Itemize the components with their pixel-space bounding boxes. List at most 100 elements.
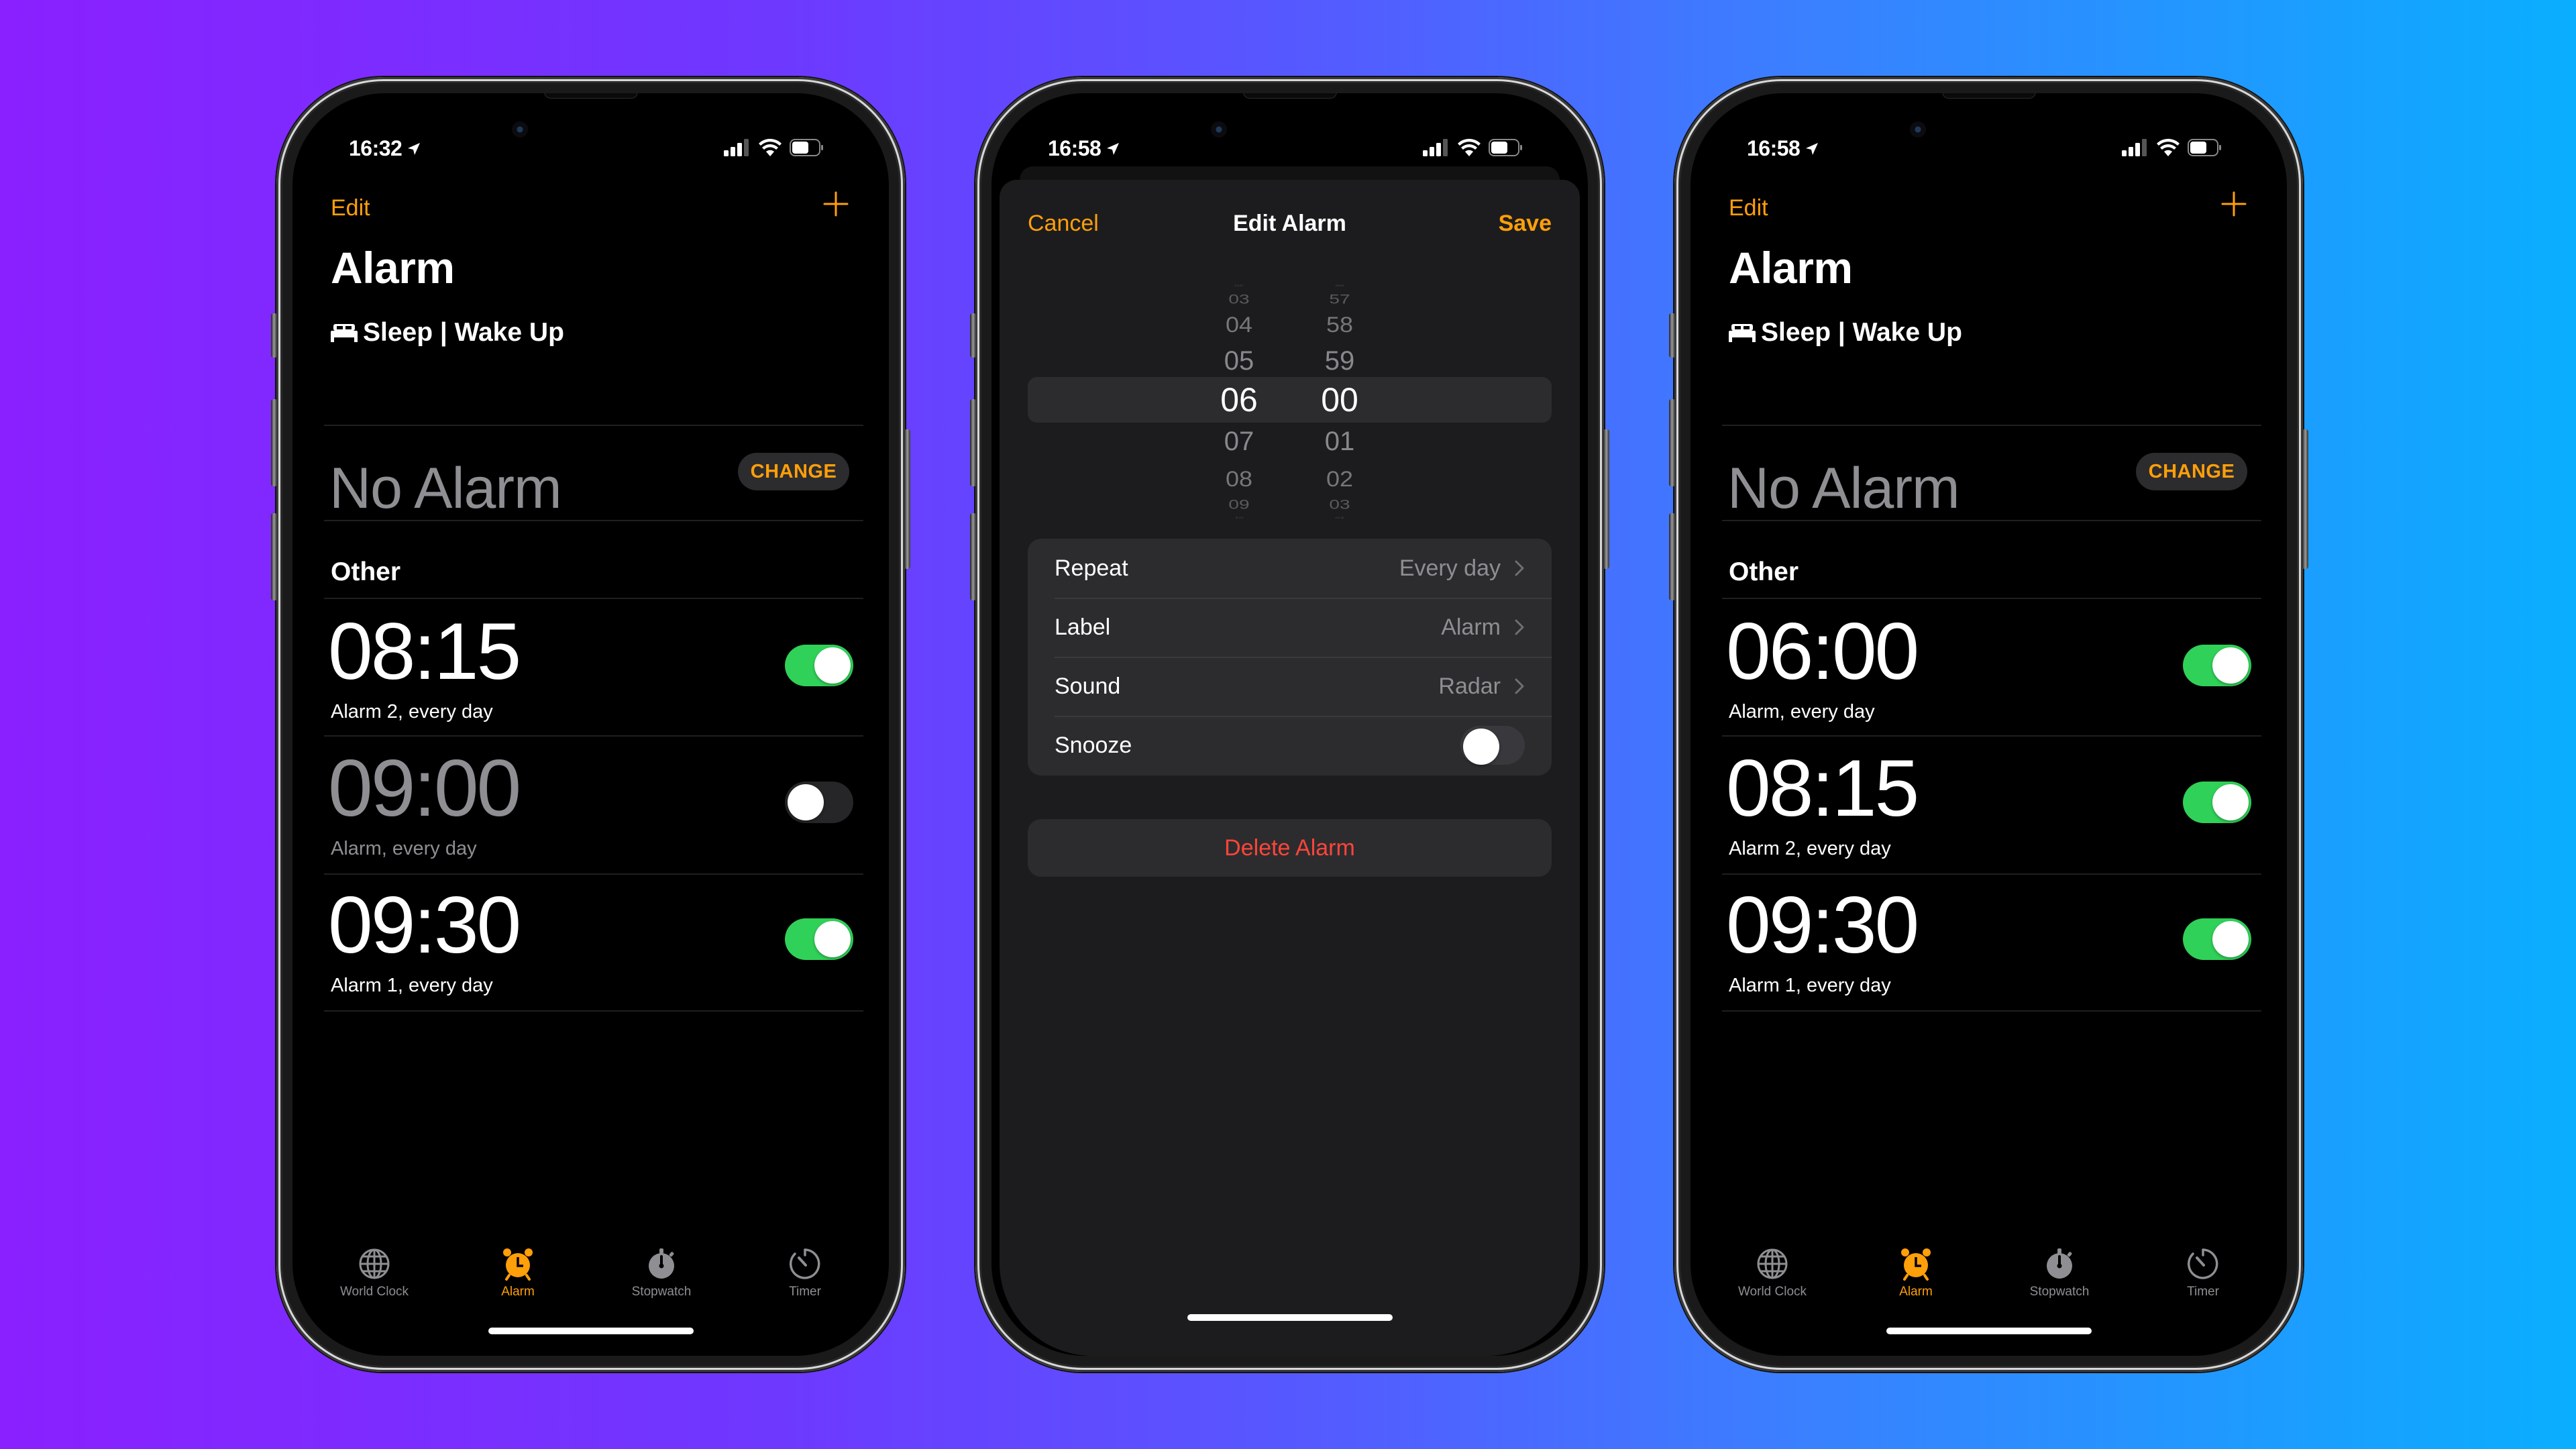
tab-stopwatch[interactable]: Stopwatch	[1992, 1247, 2127, 1299]
snooze-toggle[interactable]	[1460, 726, 1525, 765]
picker-option[interactable]: 08	[1199, 468, 1279, 490]
bed-icon	[331, 324, 358, 342]
divider	[324, 1010, 863, 1012]
stopwatch-icon	[2047, 1248, 2072, 1279]
screen: 16:32 Edit Alarm Sleep | Wake Up No Alar…	[292, 93, 889, 1356]
status-time: 16:58	[1048, 136, 1121, 161]
home-indicator[interactable]	[488, 1328, 694, 1334]
stopwatch-icon	[649, 1248, 674, 1279]
alarm-row[interactable]: 08:15 Alarm 2, every day	[1690, 744, 2287, 882]
edit-alarm-sheet: Cancel Edit Alarm Save 02 03 04 05 06 07 08 09 1…	[1000, 180, 1580, 1356]
wifi-icon	[2157, 139, 2180, 156]
alarm-time: 09:30	[328, 880, 521, 970]
picker-option[interactable]: 03	[1299, 498, 1380, 511]
divider	[324, 735, 863, 737]
picker-option[interactable]: 56	[1299, 284, 1380, 287]
alarm-subtitle: Alarm 1, every day	[331, 975, 493, 996]
hour-wheel[interactable]: 02 03 04 05 06 07 08 09 10	[1199, 280, 1279, 535]
sleep-alarm-status: No Alarm	[329, 456, 562, 521]
tab-timer[interactable]: Timer	[2136, 1247, 2270, 1299]
alarm-row[interactable]: 06:00 Alarm, every day	[1690, 607, 2287, 745]
plus-icon[interactable]	[2221, 191, 2247, 217]
status-time: 16:32	[349, 136, 422, 161]
alarm-row[interactable]: 09:30 Alarm 1, every day	[1690, 881, 2287, 1019]
tab-bar: World Clock Alarm Stopwatch Timer	[1690, 1247, 2287, 1321]
edit-button[interactable]: Edit	[331, 195, 370, 221]
label-row[interactable]: Label Alarm	[1028, 598, 1552, 657]
sleep-alarm-status: No Alarm	[1727, 456, 1960, 521]
tab-bar: World Clock Alarm Stopwatch Timer	[292, 1247, 889, 1321]
picker-option[interactable]: 07	[1199, 428, 1279, 455]
tab-stopwatch[interactable]: Stopwatch	[594, 1247, 729, 1299]
picker-option[interactable]: 58	[1299, 313, 1380, 335]
delete-alarm-button[interactable]: Delete Alarm	[1028, 819, 1552, 877]
alarm-toggle[interactable]	[2183, 782, 2251, 823]
picker-option[interactable]: 04	[1199, 313, 1279, 335]
tab-alarm[interactable]: Alarm	[451, 1247, 585, 1299]
picker-option[interactable]: 59	[1299, 347, 1380, 374]
volume-down-button	[271, 513, 277, 600]
tab-timer[interactable]: Timer	[738, 1247, 872, 1299]
edit-button[interactable]: Edit	[1729, 195, 1768, 221]
sleep-wake-header: Sleep | Wake Up	[331, 318, 564, 347]
alarm-row[interactable]: 09:30 Alarm 1, every day	[292, 881, 889, 1019]
alarm-toggle[interactable]	[785, 645, 853, 686]
volume-up-button	[970, 399, 976, 486]
picker-option[interactable]: 57	[1299, 292, 1380, 306]
divider	[1722, 873, 2261, 875]
alarm-toggle[interactable]	[2183, 645, 2251, 686]
front-camera	[1910, 121, 1926, 138]
label-label: Label	[1055, 614, 1111, 640]
tab-world-clock[interactable]: World Clock	[307, 1247, 441, 1299]
sound-row[interactable]: Sound Radar	[1028, 657, 1552, 716]
sound-value: Radar	[1438, 673, 1501, 699]
time-picker[interactable]: 02 03 04 05 06 07 08 09 10 56 57 58 59 00 01 02 03 04	[1000, 280, 1580, 535]
cellular-signal-icon	[2122, 139, 2147, 156]
status-time: 16:58	[1747, 136, 1820, 161]
picker-option[interactable]: 10	[1199, 517, 1279, 519]
volume-down-button	[970, 513, 976, 600]
save-button[interactable]: Save	[1499, 211, 1552, 237]
change-button[interactable]: CHANGE	[738, 453, 849, 490]
change-button[interactable]: CHANGE	[2136, 453, 2247, 490]
volume-down-button	[1669, 513, 1675, 600]
cellular-signal-icon	[1423, 139, 1448, 156]
alarm-row[interactable]: 09:00 Alarm, every day	[292, 744, 889, 882]
picker-selected-value[interactable]: 00	[1299, 383, 1380, 417]
wifi-icon	[759, 139, 782, 156]
picker-option[interactable]: 09	[1199, 498, 1279, 511]
bed-icon	[1729, 324, 1756, 342]
divider	[1722, 598, 2261, 599]
divider	[324, 425, 863, 426]
repeat-row[interactable]: Repeat Every day	[1028, 539, 1552, 598]
plus-icon[interactable]	[823, 191, 849, 217]
battery-icon	[1489, 139, 1522, 156]
alarm-row[interactable]: 08:15 Alarm 2, every day	[292, 607, 889, 745]
picker-selected-value[interactable]: 06	[1199, 383, 1279, 417]
home-indicator[interactable]	[1886, 1328, 2092, 1334]
sheet-title: Edit Alarm	[1233, 211, 1346, 236]
home-indicator[interactable]	[1187, 1314, 1393, 1321]
divider	[324, 520, 863, 521]
tab-alarm[interactable]: Alarm	[1849, 1247, 1983, 1299]
picker-option[interactable]: 02	[1299, 468, 1380, 490]
picker-option[interactable]: 03	[1199, 292, 1279, 306]
picker-option[interactable]: 01	[1299, 428, 1380, 455]
power-button	[1603, 429, 1609, 569]
globe-icon	[359, 1248, 390, 1279]
picker-option[interactable]: 04	[1299, 517, 1380, 519]
alarm-toggle[interactable]	[785, 782, 853, 823]
location-arrow-icon	[408, 142, 421, 155]
battery-icon	[790, 139, 823, 156]
front-camera	[512, 121, 528, 138]
alarm-toggle[interactable]	[785, 918, 853, 960]
front-camera	[1211, 121, 1227, 138]
picker-option[interactable]: 02	[1199, 284, 1279, 287]
speaker-grille	[543, 93, 638, 99]
phone-edit-alarm: 16:58 Cancel Edit Alarm Save 02 03 04 05 06 0…	[970, 77, 1609, 1372]
alarm-clock-icon	[503, 1248, 533, 1281]
minute-wheel[interactable]: 56 57 58 59 00 01 02 03 04	[1299, 280, 1380, 535]
tab-world-clock[interactable]: World Clock	[1705, 1247, 1839, 1299]
alarm-toggle[interactable]	[2183, 918, 2251, 960]
picker-option[interactable]: 05	[1199, 347, 1279, 374]
